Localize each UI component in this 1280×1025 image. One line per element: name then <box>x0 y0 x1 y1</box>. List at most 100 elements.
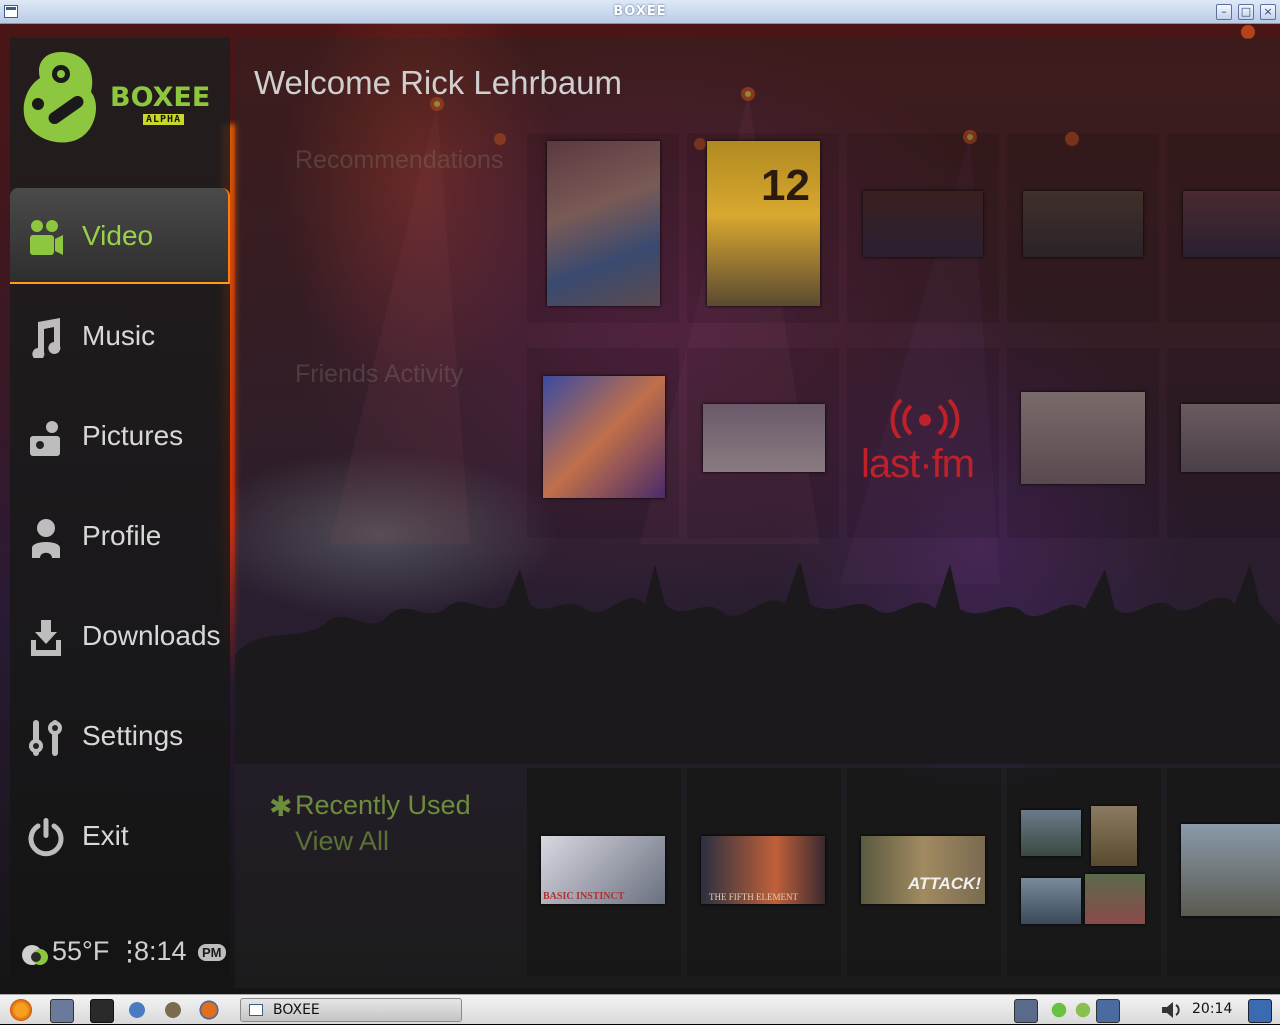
recently-used-tile[interactable]: THE FIFTH ELEMENT <box>687 768 841 976</box>
movie-thumb-title: ATTACK! <box>907 874 981 893</box>
video-thumb <box>863 191 983 257</box>
recently-used-tile[interactable] <box>1007 768 1161 976</box>
lastfm-logo-text: last·fm <box>861 442 975 486</box>
minimize-button[interactable]: – <box>1216 4 1232 20</box>
screenshot-icon[interactable] <box>1014 999 1038 1023</box>
photo-thumb <box>1091 806 1137 866</box>
network-icon[interactable] <box>1096 999 1120 1023</box>
friends-activity-tile[interactable] <box>1167 348 1280 538</box>
video-thumb <box>1021 392 1145 484</box>
update-icon[interactable] <box>1048 999 1070 1021</box>
movie-thumb-title: BASIC INSTINCT <box>543 891 625 902</box>
sidebar-item-label: Downloads <box>82 620 221 651</box>
applet-icon[interactable] <box>1072 999 1094 1021</box>
weather-cloud-icon <box>22 945 48 965</box>
boxee-logo-icon <box>23 52 96 143</box>
show-desktop-icon[interactable] <box>50 999 74 1023</box>
logo-alpha-tag: ALPHA <box>143 114 185 125</box>
friends-activity-tile[interactable] <box>527 348 679 538</box>
photo-thumb <box>1021 810 1081 856</box>
terminal-icon[interactable] <box>90 999 114 1023</box>
network-tool-icon[interactable] <box>126 999 148 1021</box>
video-camera-icon <box>30 220 63 255</box>
sidebar-item-label: Profile <box>82 520 162 551</box>
power-icon <box>28 818 64 857</box>
friends-activity-tile[interactable]: last·fm <box>847 348 999 538</box>
sidebar-item-label: Pictures <box>82 420 184 451</box>
photo-thumb <box>1085 874 1145 924</box>
logo-wordmark: BOXEE <box>110 82 211 113</box>
sidebar-item-video[interactable]: Video <box>10 188 230 284</box>
friends-activity-tile[interactable] <box>687 348 839 538</box>
taskbar-clock[interactable]: 20:14 <box>1192 1001 1232 1017</box>
download-icon <box>31 620 61 656</box>
welcome-heading: Welcome Rick Lehrbaum <box>254 64 623 101</box>
video-thumb <box>1183 191 1280 257</box>
camera-icon <box>30 421 60 456</box>
recently-used-tile[interactable]: BASIC INSTINCT <box>527 768 681 976</box>
friends-activity-title: Friends Activity <box>295 360 464 388</box>
movie-poster-thumb <box>547 141 660 306</box>
recommendations-title: Recommendations <box>295 146 504 174</box>
sidebar-item-label: Music <box>82 320 156 351</box>
temperature: 55°F <box>52 936 110 966</box>
recommendation-tile[interactable] <box>1167 133 1280 323</box>
trash-icon[interactable] <box>1248 999 1272 1023</box>
sidebar-item-label: Settings <box>82 720 184 751</box>
sidebar-item-profile[interactable]: Profile <box>10 488 230 584</box>
recently-used-row: BASIC INSTINCT THE FIFTH ELEMENT ATTACK! <box>527 768 1280 978</box>
recommendation-tile[interactable] <box>847 133 999 323</box>
window-title: BOXEE <box>613 4 667 19</box>
sidebar-item-label: Video <box>82 220 154 251</box>
settings-sliders-icon <box>29 720 62 756</box>
person-icon <box>32 519 60 558</box>
gimp-icon[interactable] <box>162 999 184 1021</box>
firefox-icon[interactable] <box>198 999 220 1021</box>
clock-ampm: PM <box>198 944 226 961</box>
sidebar-item-label: Exit <box>82 820 129 851</box>
recently-used-title: Recently Used <box>295 790 471 820</box>
recently-used-star-icon: ✱ <box>269 790 293 823</box>
status-row: 55°F ⋮ 8:14 PM <box>20 934 230 974</box>
maximize-button[interactable]: □ <box>1238 4 1254 20</box>
clock-time: 8:14 <box>134 936 187 966</box>
recommendation-tile[interactable]: 12 <box>687 133 839 323</box>
video-thumb <box>1023 191 1143 257</box>
lastfm-signal-icon <box>890 398 960 438</box>
house-photo-thumb <box>1181 824 1280 916</box>
volume-icon[interactable] <box>1160 999 1184 1021</box>
sidebar: BOXEE ALPHA Video Music Pictures Profile… <box>10 38 230 988</box>
recommendation-tile[interactable] <box>1007 133 1159 323</box>
album-cover-thumb <box>543 376 665 498</box>
sidebar-item-downloads[interactable]: Downloads <box>10 588 230 684</box>
sidebar-item-music[interactable]: Music <box>10 288 230 384</box>
boxee-app: BOXEE ALPHA Video Music Pictures Profile… <box>0 24 1280 994</box>
video-thumb <box>703 404 825 472</box>
window-title-bar: BOXEE – □ × <box>0 0 1280 24</box>
boxee-logo: BOXEE ALPHA <box>16 44 216 164</box>
photo-thumb <box>1021 878 1081 924</box>
taskbar: BOXEE 20:14 <box>0 994 1280 1024</box>
poster-number: 12 <box>761 161 810 210</box>
friends-activity-tile[interactable] <box>1007 348 1159 538</box>
sidebar-item-exit[interactable]: Exit <box>10 788 230 884</box>
close-button[interactable]: × <box>1260 4 1276 20</box>
movie-thumb-title: THE FIFTH ELEMENT <box>709 892 798 902</box>
recently-used-tile[interactable] <box>1167 768 1280 976</box>
sidebar-item-settings[interactable]: Settings <box>10 688 230 784</box>
ubuntu-menu-icon[interactable] <box>10 999 32 1021</box>
main-panel: Welcome Rick Lehrbaum Recommendations Fr… <box>235 38 1280 988</box>
music-note-icon <box>32 318 61 358</box>
taskbar-window-label: BOXEE <box>273 1002 320 1018</box>
movie-thumb: THE FIFTH ELEMENT <box>701 836 825 904</box>
view-all-link[interactable]: View All <box>295 826 389 857</box>
movie-poster-thumb: 12 <box>707 141 820 306</box>
sidebar-item-pictures[interactable]: Pictures <box>10 388 230 484</box>
video-thumb <box>1181 404 1280 472</box>
movie-thumb: BASIC INSTINCT <box>541 836 665 904</box>
movie-thumb: ATTACK! <box>861 836 985 904</box>
taskbar-window-boxee[interactable]: BOXEE <box>240 998 462 1022</box>
recommendation-tile[interactable] <box>527 133 679 323</box>
recently-used-tile[interactable]: ATTACK! <box>847 768 1001 976</box>
window-icon <box>249 1004 263 1016</box>
